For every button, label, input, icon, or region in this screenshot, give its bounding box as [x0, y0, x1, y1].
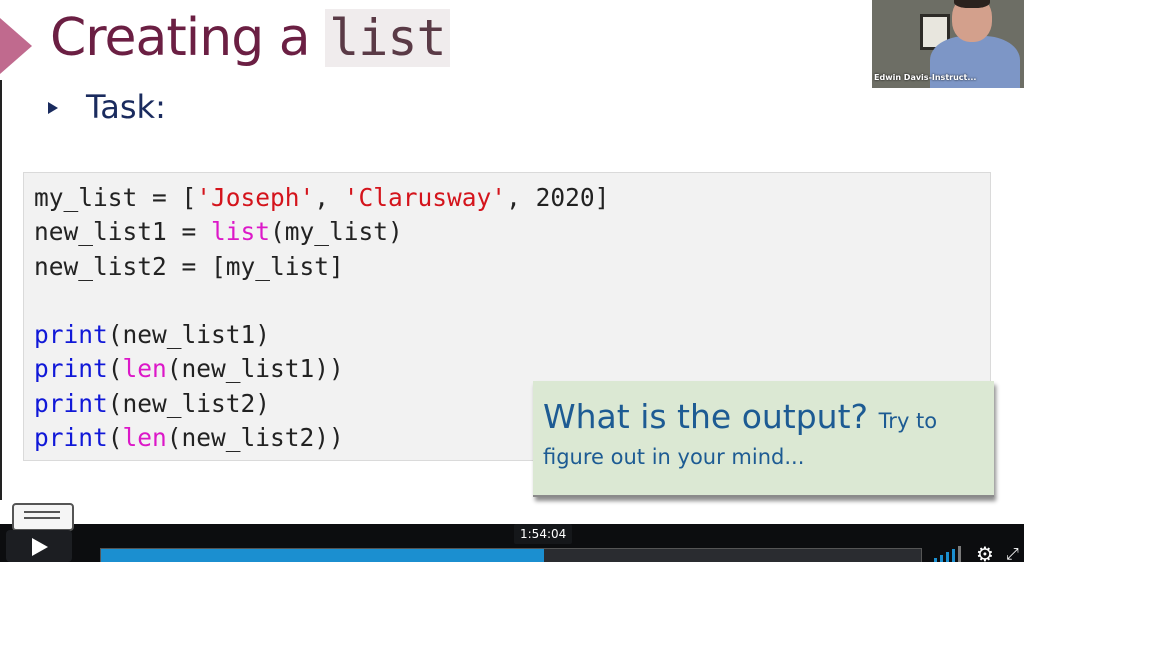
title-code: list — [325, 9, 450, 67]
code-line-1: my_list = ['Joseph', 'Clarusway', 2020] — [34, 183, 610, 212]
slide-title: Creating a list — [50, 8, 450, 68]
slide: Creating a list Task: my_list = ['Joseph… — [0, 0, 1024, 562]
hover-time-tooltip: 1:54:04 — [514, 524, 573, 544]
callout-line-1: What is the output? Try to — [543, 397, 937, 436]
webcam-name-label: Edwin Davis-Instruct... — [874, 73, 977, 82]
callout-hint-start: Try to — [878, 409, 938, 433]
callout-hint-end: figure out in your mind... — [543, 445, 805, 469]
video-progress-fill — [101, 549, 544, 562]
instructor-webcam[interactable]: Edwin Davis-Instruct... — [872, 0, 1024, 88]
notes-logo-icon — [12, 503, 74, 531]
fullscreen-icon[interactable]: ⤢ — [1006, 545, 1019, 563]
code-line-7: print(new_list2) — [34, 388, 271, 418]
left-divider — [0, 80, 2, 500]
callout-question: What is the output? — [543, 397, 869, 436]
settings-gear-icon[interactable]: ⚙ — [976, 544, 994, 562]
video-progress-bar[interactable] — [100, 548, 922, 562]
play-icon — [32, 538, 48, 556]
code-line-2: new_list1 = list(my_list) — [34, 217, 403, 247]
task-bullet: Task: — [86, 88, 166, 126]
volume-icon[interactable] — [934, 544, 964, 562]
code-line-8: print(len(new_list2)) — [34, 423, 344, 453]
title-text: Creating a — [50, 8, 311, 68]
title-arrow-icon — [0, 18, 32, 74]
bullet-triangle-icon — [48, 102, 58, 114]
code-line-3: new_list2 = [my_list] — [34, 251, 344, 281]
code-line-6: print(len(new_list1)) — [34, 354, 344, 384]
output-question-callout: What is the output? Try to figure out in… — [533, 381, 994, 497]
code-line-5: print(new_list1) — [34, 320, 271, 350]
play-button[interactable] — [6, 530, 72, 562]
